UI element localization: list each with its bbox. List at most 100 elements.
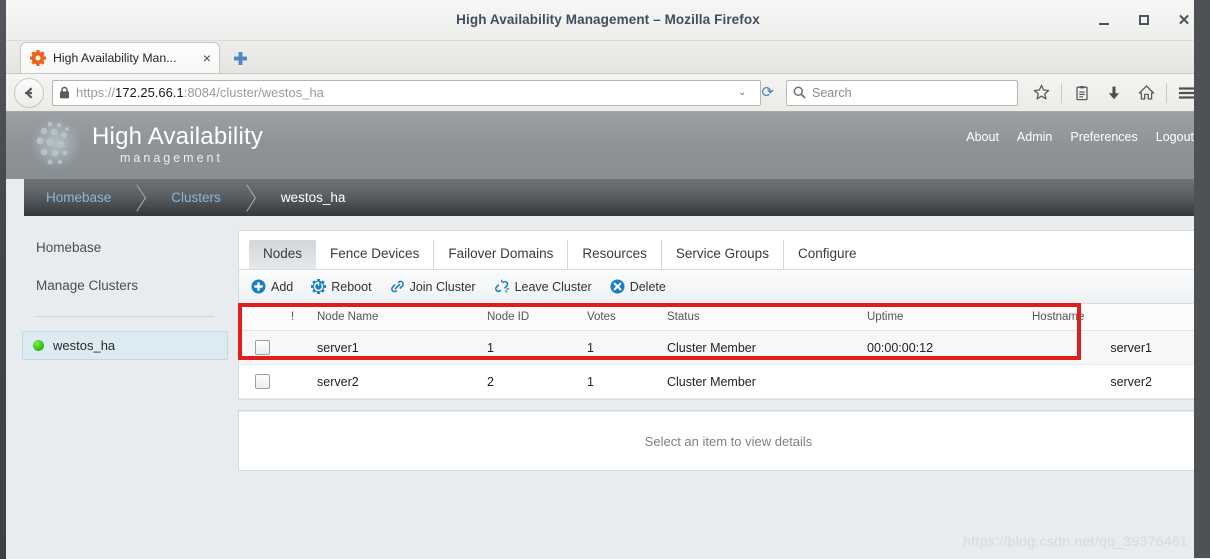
new-tab-button[interactable] [230, 48, 250, 68]
url-path: :8084/cluster/westos_ha [183, 85, 324, 100]
web-page-content: High Availability management About Admin… [6, 112, 1210, 559]
app-logo-text: High Availability management [92, 124, 263, 165]
sidebar-divider [36, 316, 214, 317]
row-flag [291, 364, 317, 399]
col-votes: Votes [587, 304, 667, 331]
sidebar-cluster-label: westos_ha [53, 338, 116, 353]
tab-configure[interactable]: Configure [784, 240, 871, 269]
delete-button[interactable]: Delete [610, 279, 666, 294]
firefox-window: High Availability Management – Mozilla F… [6, 0, 1210, 559]
tab-failover-domains[interactable]: Failover Domains [434, 240, 569, 269]
page-body: Homebase Manage Clusters westos_ha Nodes… [6, 216, 1210, 559]
nodes-toolbar: Add Reboot Join Cluster Leave Cluster De… [239, 270, 1210, 304]
url-dropdown-icon[interactable]: ⌄ [738, 87, 746, 98]
desktop-right-strip [1194, 0, 1210, 558]
tab-close-icon[interactable]: × [203, 51, 211, 65]
tab-fence-devices[interactable]: Fence Devices [316, 240, 435, 269]
breadcrumb-item-homebase[interactable]: Homebase [24, 179, 129, 216]
breadcrumb-item-current: westos_ha [280, 190, 346, 205]
join-cluster-label: Join Cluster [409, 279, 476, 294]
row-votes: 1 [587, 330, 667, 365]
nav-link-logout[interactable]: Logout [1156, 130, 1194, 144]
reboot-button[interactable]: Reboot [311, 279, 372, 294]
nav-icon-separator-2 [1166, 82, 1167, 103]
table-row[interactable]: server1 1 1 Cluster Member 00:00:00:12 s… [239, 330, 1210, 365]
row-checkbox-cell[interactable] [239, 330, 291, 365]
sidebar-item-homebase[interactable]: Homebase [36, 240, 214, 255]
add-label: Add [271, 279, 294, 294]
minimize-button[interactable] [1086, 4, 1122, 36]
row-status: Cluster Member [667, 364, 867, 399]
row-hostname: server1 [1032, 330, 1158, 365]
row-node-name: server1 [317, 330, 487, 365]
details-placeholder: Select an item to view details [239, 411, 1210, 470]
url-scheme: https:// [76, 85, 116, 100]
bookmark-star-icon[interactable] [1026, 79, 1056, 107]
col-uptime: Uptime [867, 304, 1032, 331]
col-node-name: Node Name [317, 304, 487, 331]
row-flag [291, 330, 317, 365]
col-hostname: Hostname [1032, 304, 1158, 331]
lock-icon [59, 86, 70, 99]
reload-icon[interactable]: ⟳ [761, 85, 774, 100]
app-title: High Availability [92, 122, 264, 150]
breadcrumb-chevron-icon [129, 179, 149, 216]
row-checkbox[interactable] [255, 340, 270, 355]
row-checkbox[interactable] [255, 374, 270, 389]
row-node-name: server2 [317, 364, 487, 399]
row-status: Cluster Member [667, 330, 867, 365]
home-icon[interactable] [1131, 79, 1161, 107]
gear-icon [30, 50, 46, 66]
table-row[interactable]: server2 2 1 Cluster Member server2 [239, 364, 1210, 399]
nav-link-preferences[interactable]: Preferences [1070, 130, 1137, 144]
add-button[interactable]: Add [251, 279, 293, 294]
tab-resources[interactable]: Resources [568, 240, 662, 269]
row-node-id: 1 [487, 330, 587, 365]
row-uptime: 00:00:00:12 [867, 330, 1032, 365]
sidebar-item-manage-clusters[interactable]: Manage Clusters [36, 278, 214, 293]
tab-service-groups[interactable]: Service Groups [662, 240, 784, 269]
back-arrow-icon [25, 86, 33, 99]
header-nav: About Admin Preferences Logout [966, 130, 1194, 144]
url-host: 172.25.66.1 [115, 85, 184, 100]
join-cluster-button[interactable]: Join Cluster [390, 279, 476, 294]
reader-list-icon[interactable] [1067, 79, 1097, 107]
watermark-text: https://blog.csdn.net/qq_39376481 [963, 533, 1188, 549]
nav-link-about[interactable]: About [966, 130, 999, 144]
col-flag: ! [291, 304, 317, 331]
power-gear-icon [311, 279, 327, 294]
table-header-row: ! Node Name Node ID Votes Status Uptime … [239, 304, 1210, 331]
details-panel: Select an item to view details [238, 410, 1210, 471]
cluster-dots-icon [28, 118, 84, 170]
back-button[interactable] [14, 77, 44, 108]
status-online-icon [33, 340, 44, 351]
nav-icon-separator [1061, 82, 1062, 103]
url-bar[interactable]: https://172.25.66.1:8084/cluster/westos_… [52, 79, 762, 106]
row-node-id: 2 [487, 364, 587, 399]
main-content: Nodes Fence Devices Failover Domains Res… [230, 216, 1210, 559]
tab-nodes[interactable]: Nodes [249, 240, 317, 269]
nodes-table-header: ! Node Name Node ID Votes Status Uptime … [239, 304, 1210, 331]
nodes-table-body: server1 1 1 Cluster Member 00:00:00:12 s… [239, 330, 1210, 399]
app-header: High Availability management About Admin… [6, 112, 1210, 179]
downloads-icon[interactable] [1099, 79, 1129, 107]
nodes-table: ! Node Name Node ID Votes Status Uptime … [239, 304, 1210, 399]
breadcrumb: Homebase Clusters westos_ha [24, 179, 1210, 216]
row-votes: 1 [587, 364, 667, 399]
link-icon [390, 280, 404, 293]
row-checkbox-cell[interactable] [239, 364, 291, 399]
leave-cluster-button[interactable]: Leave Cluster [494, 279, 592, 294]
search-bar[interactable]: Search [786, 79, 1018, 106]
minimize-icon [1099, 22, 1109, 25]
x-circle-icon [610, 279, 625, 294]
browser-nav-icons [1026, 79, 1202, 107]
delete-label: Delete [629, 279, 666, 294]
app-subtitle: management [120, 150, 223, 165]
breadcrumb-item-clusters[interactable]: Clusters [149, 179, 239, 216]
sidebar-item-westos_ha[interactable]: westos_ha [22, 331, 228, 360]
maximize-button[interactable] [1126, 4, 1162, 36]
browser-tab[interactable]: High Availability Man... × [20, 42, 220, 73]
col-node-id: Node ID [487, 304, 587, 331]
search-icon [793, 86, 806, 99]
nav-link-admin[interactable]: Admin [1017, 130, 1052, 144]
